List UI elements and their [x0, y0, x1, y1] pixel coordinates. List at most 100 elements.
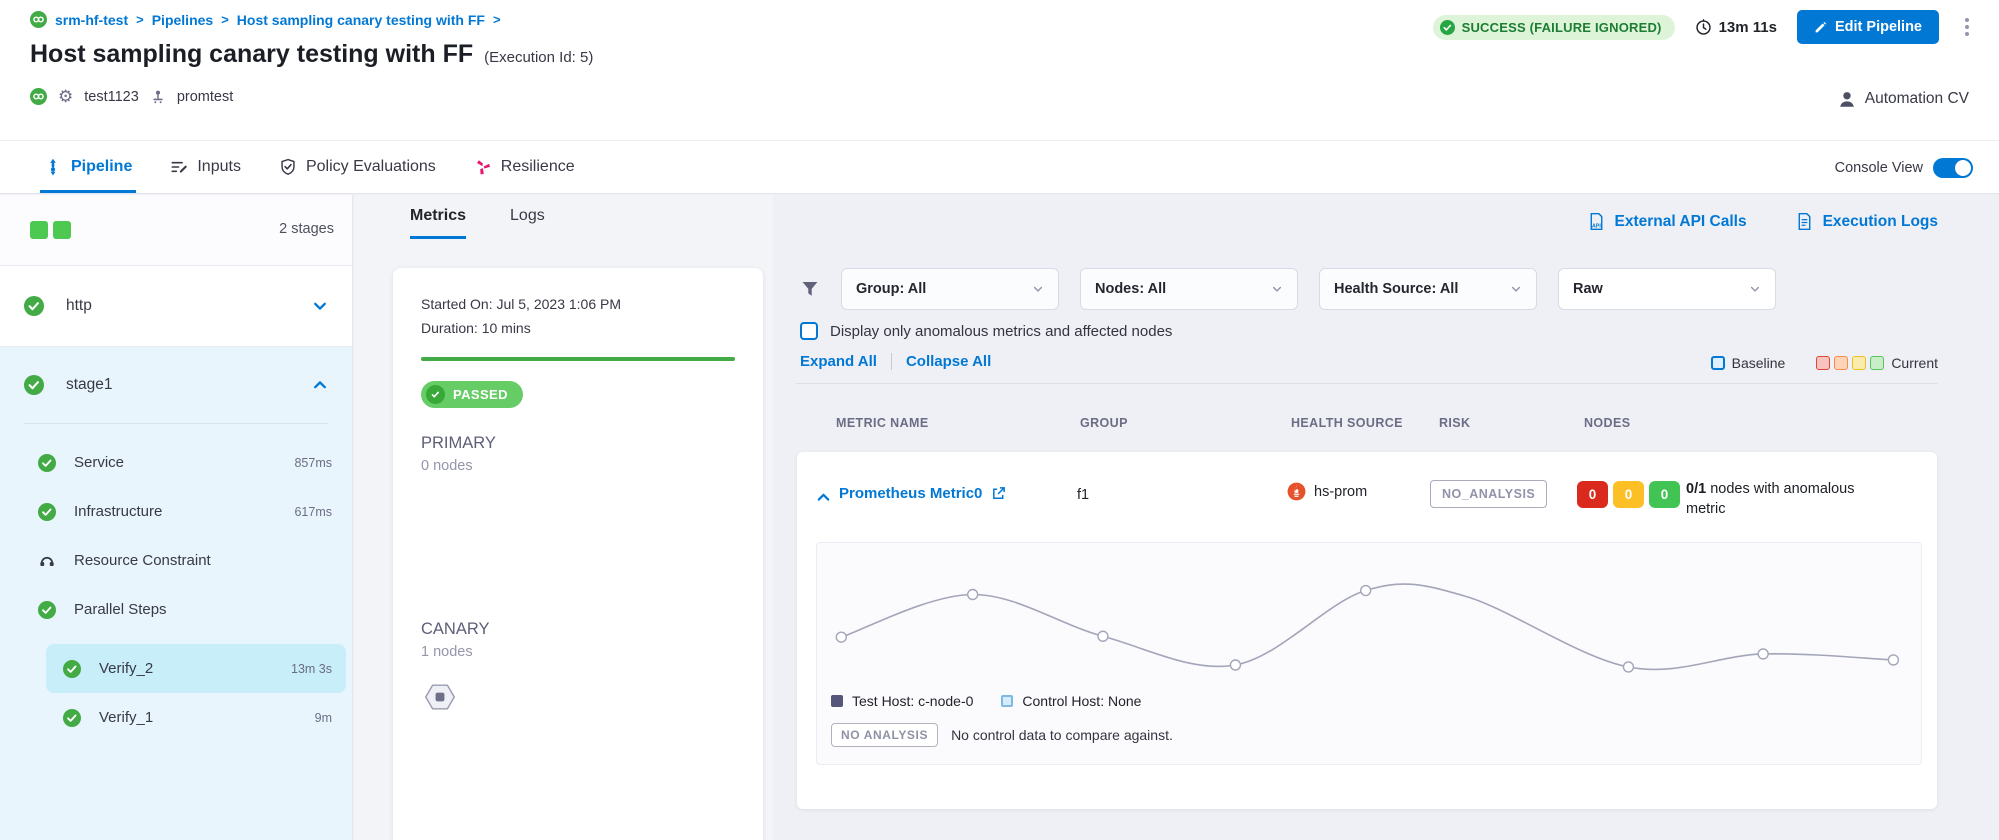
risk-badge: NO_ANALYSIS [1430, 480, 1547, 508]
host-legend: Test Host: c-node-0 Control Host: None [831, 693, 1141, 709]
verification-duration: Duration: 10 mins [421, 316, 735, 340]
metric-filters: Group: All Nodes: All Health Source: All… [800, 268, 1776, 310]
legend-baseline-label: Baseline [1732, 355, 1786, 371]
tab-logs[interactable]: Logs [510, 207, 545, 239]
sidebar-stage1-group: stage1 Service 857ms Infrastructure 617m… [0, 347, 352, 840]
green-count-badge: 0 [1649, 481, 1680, 508]
edit-pipeline-button[interactable]: Edit Pipeline [1797, 10, 1939, 44]
metrics-table-header: METRIC NAME GROUP HEALTH SOURCE RISK NOD… [773, 416, 1999, 434]
anomalous-nodes-summary: 0/1 nodes with anomalous metric [1686, 479, 1896, 519]
collapse-all-link[interactable]: Collapse All [906, 353, 991, 370]
step-resource-constraint[interactable]: Resource Constraint [0, 536, 352, 585]
nodes-filter-dropdown[interactable]: Nodes: All [1080, 268, 1298, 310]
success-check-icon [63, 709, 81, 727]
current-yellow-swatch [1852, 356, 1866, 370]
breadcrumb-pipeline-name[interactable]: Host sampling canary testing with FF [237, 12, 485, 28]
tab-resilience[interactable]: Resilience [474, 141, 575, 193]
external-api-calls-link[interactable]: API External API Calls [1587, 212, 1747, 231]
execution-duration: 13m 11s [1695, 19, 1777, 36]
chevron-down-icon [1510, 283, 1522, 295]
step-service[interactable]: Service 857ms [0, 438, 352, 487]
column-health-source: HEALTH SOURCE [1291, 416, 1403, 430]
step-duration: 9m [315, 711, 332, 725]
tab-inputs[interactable]: Inputs [170, 141, 241, 193]
divider [796, 383, 1938, 384]
step-duration: 13m 3s [291, 662, 332, 676]
chevron-down-icon[interactable] [312, 298, 328, 314]
stage-status-square [53, 221, 71, 239]
no-analysis-badge: NO ANALYSIS [831, 723, 938, 747]
anomalous-only-checkbox[interactable] [800, 322, 818, 340]
sidebar-stage-http[interactable]: http [0, 266, 352, 347]
verification-summary-card: Started On: Jul 5, 2023 1:06 PM Duration… [393, 268, 763, 840]
avatar-icon [1838, 90, 1856, 108]
expand-all-link[interactable]: Expand All [800, 353, 877, 370]
tab-metrics[interactable]: Metrics [410, 207, 466, 239]
current-red-swatch [1816, 356, 1830, 370]
stage-status-squares [30, 221, 71, 239]
step-infrastructure[interactable]: Infrastructure 617ms [0, 487, 352, 536]
step-parallel-steps[interactable]: Parallel Steps [0, 585, 352, 634]
step-detail-panel: Metrics Logs Started On: Jul 5, 2023 1:0… [354, 195, 773, 840]
resilience-icon [474, 158, 492, 176]
collapse-metric-chevron-icon[interactable] [816, 490, 831, 505]
anomalous-checkbox-label: Display only anomalous metrics and affec… [830, 323, 1172, 340]
breadcrumb-separator: > [136, 12, 144, 27]
node-risk-counts: 0 0 0 [1577, 481, 1680, 508]
primary-label: PRIMARY [421, 434, 735, 453]
pipeline-execution-page: srm-hf-test > Pipelines > Host sampling … [0, 0, 1999, 840]
harness-service-icon [30, 88, 47, 105]
canary-node-count: 1 nodes [421, 644, 735, 660]
baseline-swatch [1711, 356, 1725, 370]
current-green-swatch [1870, 356, 1884, 370]
column-group: GROUP [1080, 416, 1128, 430]
execution-logs-link[interactable]: Execution Logs [1795, 212, 1938, 231]
sidebar-stage-stage1[interactable]: stage1 [0, 347, 352, 423]
progress-bar [421, 357, 735, 361]
breadcrumb-pipelines[interactable]: Pipelines [152, 12, 213, 28]
log-links: API External API Calls Execution Logs [1587, 212, 1939, 231]
no-analysis-message: No control data to compare against. [951, 727, 1173, 743]
display-mode-dropdown[interactable]: Raw [1558, 268, 1776, 310]
stage-count: 2 stages [279, 221, 334, 237]
chevron-up-icon[interactable] [312, 377, 328, 393]
inputs-icon [170, 158, 188, 176]
tab-policy-evaluations[interactable]: Policy Evaluations [279, 141, 436, 193]
resource-constraint-icon [38, 552, 56, 570]
step-verify-2[interactable]: Verify_2 13m 3s [46, 644, 346, 693]
success-check-icon [63, 660, 81, 678]
pipeline-icon [44, 158, 62, 176]
triggered-by-user: Automation CV [1838, 90, 1969, 108]
health-source-cell: hs-prom [1287, 482, 1367, 501]
step-duration: 857ms [294, 456, 332, 470]
metric-chart-panel: Test Host: c-node-0 Control Host: None N… [816, 542, 1922, 765]
group-filter-dropdown[interactable]: Group: All [841, 268, 1059, 310]
api-document-icon: API [1587, 212, 1606, 231]
chevron-down-icon [1271, 283, 1283, 295]
canary-node-hexagon[interactable] [421, 678, 735, 716]
chart-color-legend: Baseline Current [1711, 355, 1938, 371]
column-metric-name: METRIC NAME [836, 416, 929, 430]
breadcrumb-separator: > [221, 12, 229, 27]
test-host-key: Test Host: c-node-0 [831, 693, 973, 709]
breadcrumb: srm-hf-test > Pipelines > Host sampling … [30, 11, 501, 28]
more-options-menu-icon[interactable] [1959, 14, 1975, 40]
expand-collapse-controls: Expand All Collapse All [800, 353, 991, 370]
external-link-icon[interactable] [991, 486, 1006, 501]
step-detail-tabs: Metrics Logs [410, 207, 545, 239]
chevron-down-icon [1749, 283, 1761, 295]
metric-name-link[interactable]: Prometheus Metric0 [839, 485, 1006, 502]
delegate-icon [150, 89, 166, 105]
health-source-filter-dropdown[interactable]: Health Source: All [1319, 268, 1537, 310]
breadcrumb-project[interactable]: srm-hf-test [55, 12, 128, 28]
shield-check-icon [279, 158, 297, 176]
yellow-count-badge: 0 [1613, 481, 1644, 508]
column-risk: RISK [1439, 416, 1470, 430]
step-verify-1[interactable]: Verify_1 9m [0, 693, 352, 742]
check-circle-icon [1440, 20, 1455, 35]
tab-pipeline[interactable]: Pipeline [44, 141, 132, 193]
anomalous-filter-row: Display only anomalous metrics and affec… [800, 322, 1172, 340]
stage-status-square [30, 221, 48, 239]
console-view-toggle[interactable] [1933, 158, 1973, 178]
primary-node-count: 0 nodes [421, 458, 735, 474]
